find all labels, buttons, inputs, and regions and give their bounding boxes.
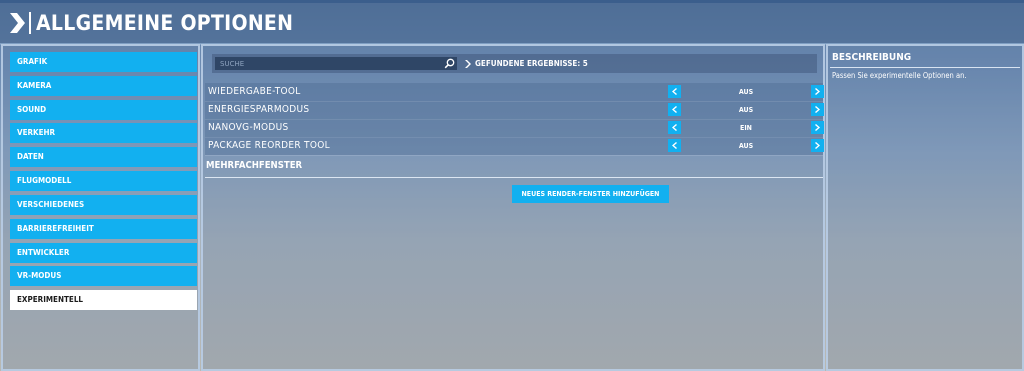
sidebar-item-verkehr[interactable]: VERKEHR <box>10 123 197 143</box>
header-bar: ALLGEMEINE OPTIONEN <box>0 3 1024 45</box>
page-title: ALLGEMEINE OPTIONEN <box>36 11 294 35</box>
sidebar-item-vr-modus[interactable]: VR-MODUS <box>10 266 197 286</box>
search-bar: GEFUNDENE ERGEBNISSE: 5 <box>212 54 817 73</box>
description-title: BESCHREIBUNG <box>832 52 912 63</box>
option-label: WIEDERGABE-TOOL <box>208 86 301 97</box>
option-value: AUS <box>738 142 754 150</box>
section-title-mehrfachfenster: MEHRFACHFENSTER <box>206 160 303 171</box>
option-label: ENERGIESPARMODUS <box>208 104 310 115</box>
sidebar-item-barrierefreiheit[interactable]: BARRIEREFREIHEIT <box>10 219 197 239</box>
sidebar-item-grafik[interactable]: GRAFIK <box>10 52 197 72</box>
option-prev-arrow-icon[interactable] <box>668 85 681 98</box>
option-next-arrow-icon[interactable] <box>811 121 824 134</box>
sidebar-item-entwickler[interactable]: ENTWICKLER <box>10 243 197 263</box>
option-next-arrow-icon[interactable] <box>811 85 824 98</box>
option-value: EIN <box>740 124 752 132</box>
option-prev-arrow-icon[interactable] <box>668 139 681 152</box>
sidebar-item-kamera[interactable]: KAMERA <box>10 76 197 96</box>
option-next-arrow-icon[interactable] <box>811 103 824 116</box>
option-prev-arrow-icon[interactable] <box>668 121 681 134</box>
search-input[interactable] <box>215 57 457 70</box>
sidebar: GRAFIK KAMERA SOUND VERKEHR DATEN FLUGMO… <box>1 44 200 371</box>
option-prev-arrow-icon[interactable] <box>668 103 681 116</box>
option-row-package-reorder-tool: PACKAGE REORDER TOOL AUS <box>205 137 824 156</box>
sidebar-item-sound[interactable]: SOUND <box>10 100 197 120</box>
option-label: PACKAGE REORDER TOOL <box>208 140 330 151</box>
description-panel: BESCHREIBUNG Passen Sie experimentelle O… <box>826 44 1024 371</box>
option-row-energiesparmodus: ENERGIESPARMODUS AUS <box>205 101 824 120</box>
results-count: GEFUNDENE ERGEBNISSE: 5 <box>475 59 588 68</box>
add-render-window-button[interactable]: NEUES RENDER-FENSTER HINZUFÜGEN <box>512 185 669 203</box>
search-icon[interactable] <box>444 58 455 69</box>
option-row-wiedergabe-tool: WIEDERGABE-TOOL AUS <box>205 83 824 102</box>
options-panel: GEFUNDENE ERGEBNISSE: 5 WIEDERGABE-TOOL … <box>201 44 825 371</box>
description-divider <box>830 67 1020 68</box>
sidebar-item-verschiedenes[interactable]: VERSCHIEDENES <box>10 195 197 215</box>
option-value: AUS <box>738 106 754 114</box>
section-divider <box>205 177 823 178</box>
description-text: Passen Sie experimentelle Optionen an. <box>832 71 967 80</box>
sidebar-item-experimentell[interactable]: EXPERIMENTELL <box>10 290 197 310</box>
option-next-arrow-icon[interactable] <box>811 139 824 152</box>
title-divider <box>29 12 31 34</box>
back-chevron-icon[interactable] <box>8 12 26 34</box>
sidebar-item-flugmodell[interactable]: FLUGMODELL <box>10 171 197 191</box>
results-chevron-icon <box>465 60 471 68</box>
option-row-nanovg-modus: NANOVG-MODUS EIN <box>205 119 824 138</box>
option-label: NANOVG-MODUS <box>208 122 289 133</box>
option-value: AUS <box>738 88 754 96</box>
sidebar-item-daten[interactable]: DATEN <box>10 147 197 167</box>
